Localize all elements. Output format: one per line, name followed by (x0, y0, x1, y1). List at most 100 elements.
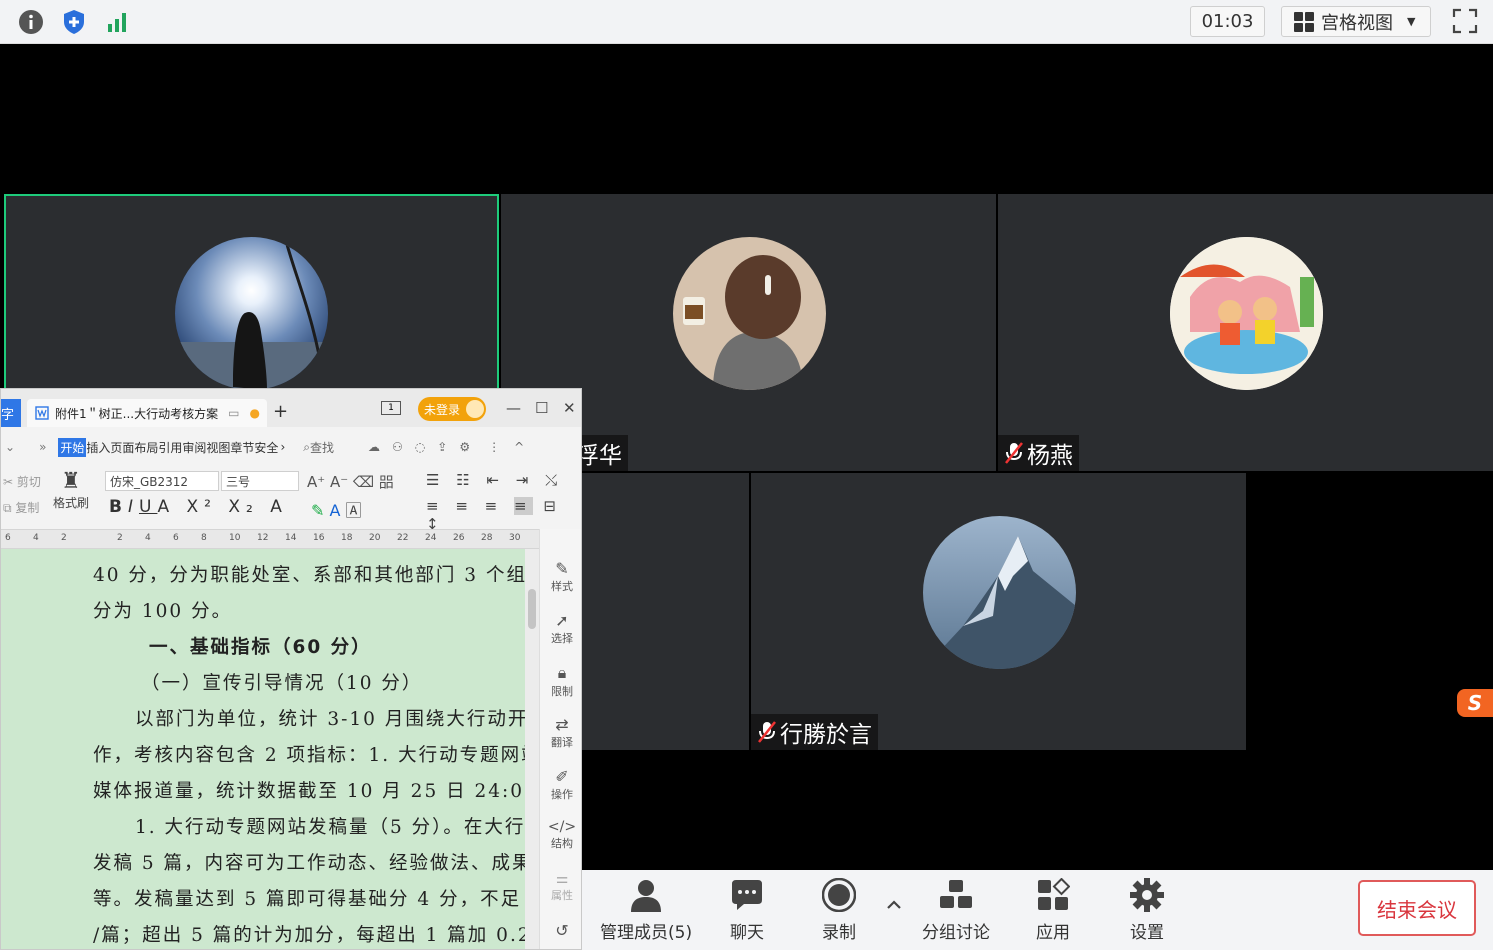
manage-members-label: 管理成员(5) (600, 923, 693, 943)
settings-label: 设置 (1130, 923, 1164, 943)
font-family-select[interactable]: 仿宋_GB2312 (105, 471, 219, 491)
search-icon[interactable]: ⌕ (303, 440, 310, 455)
end-meeting-button[interactable]: 结束会议 (1358, 880, 1476, 936)
ruler-tick-label: 2 (61, 533, 67, 543)
manage-members-button[interactable]: 管理成员(5) (600, 878, 692, 943)
ruler-tick-label: 28 (481, 533, 493, 543)
record-options-chevron-up-icon[interactable] (886, 898, 902, 916)
font-size-select[interactable]: 三号 (221, 471, 299, 491)
menu-scroll-right-icon[interactable]: › (280, 440, 285, 454)
ruler-tick-label: 4 (145, 533, 151, 543)
doc-line: 以部门为单位，统计 3-10 月围绕大行动开 (135, 709, 525, 730)
settings-gear-icon[interactable]: ⚙ (459, 440, 470, 454)
comment-bubble-icon[interactable]: ◌ (415, 440, 425, 454)
format-painter-button[interactable]: ♜ 格式刷 (53, 469, 89, 511)
side-structure-button[interactable]: </> 结构 (540, 819, 581, 851)
chat-button[interactable]: 聊天 (730, 878, 764, 943)
participant-tile-3[interactable]: 杨燕 (998, 194, 1493, 471)
comment-icon: ▭ (228, 406, 240, 420)
side-history-button[interactable]: ↺ (540, 921, 581, 940)
wps-app-tab[interactable]: 字 (1, 399, 21, 427)
cut-label: 剪切 (16, 475, 41, 489)
side-translate-button[interactable]: ⇄ 翻译 (540, 715, 581, 750)
participant-tile-4[interactable]: 行勝於言 (751, 473, 1246, 750)
settings-button[interactable]: 设置 (1130, 878, 1164, 943)
meeting-window: 01:03 宫格视图 ▼ 浮华 杨燕 行勝於言 S 管理成员(5) 聊天 录制 … (0, 0, 1493, 950)
highlight-color-icons[interactable]: ✎ A 🄰 (311, 497, 362, 521)
side-label: 选择 (551, 632, 573, 645)
cut-button[interactable]: ✂ 剪切 (3, 473, 41, 490)
participant-tile-hidden[interactable] (582, 473, 749, 750)
side-label: 属性 (551, 889, 573, 902)
cursor-icon: ➚ (555, 611, 569, 630)
breakout-rooms-button[interactable]: 分组讨论 (922, 878, 990, 943)
ruler-tick-label: 12 (257, 533, 269, 543)
search-label[interactable]: 查找 (310, 439, 334, 456)
document-tab[interactable]: 附件1＂树正...大行动考核方案 ▭ ● (27, 399, 267, 427)
font-family-value: 仿宋_GB2312 (110, 474, 189, 489)
participant-avatar (923, 516, 1076, 669)
info-icon[interactable] (17, 8, 45, 36)
minimize-icon[interactable]: — (506, 399, 521, 417)
login-label: 未登录 (424, 402, 461, 417)
menu-chevron-down-icon[interactable]: ⌄ (5, 440, 15, 454)
participant-name: 杨燕 (1027, 443, 1073, 469)
translate-icon: ⇄ (555, 715, 569, 734)
scrollbar-thumb[interactable] (528, 589, 536, 629)
horizontal-ruler: 6 4 2 2 4 6 8 10 12 14 16 18 20 22 24 26 28 30 (1, 529, 541, 549)
document-page: 40 分，分为职能处室、系部和其他部门 3 个组 分为 100 分。 一、基础指… (1, 549, 525, 949)
page-indicator[interactable]: 1 (381, 401, 401, 415)
side-properties-button[interactable]: ⚌ 属性 (540, 871, 581, 903)
side-action-button[interactable]: ✐ 操作 (540, 767, 581, 802)
participant-name-tag: 行勝於言 (751, 714, 878, 750)
cloud-icon[interactable]: ☁ (368, 440, 380, 454)
maximize-icon[interactable]: ☐ (535, 399, 548, 417)
collapse-ribbon-icon[interactable]: ^ (514, 440, 524, 454)
participant-avatar (1170, 237, 1323, 390)
paragraph-align-icons[interactable]: ≡ ≡ ≡ ≡ ⊟ ↕ (426, 497, 581, 533)
copy-label: 复制 (15, 501, 40, 515)
share-user-icon[interactable]: ⚇ (392, 440, 403, 454)
wps-document-window: 字 附件1＂树正...大行动考核方案 ▭ ● + 1 未登录 — ☐ ✕ ⌄ »… (0, 388, 582, 950)
fullscreen-icon[interactable] (1452, 8, 1478, 34)
list-indent-icons[interactable]: ☰ ☷ ⇤ ⇥ ⤯ (426, 471, 563, 489)
menu-tab-home[interactable]: 开始 (58, 437, 87, 457)
signal-icon[interactable] (104, 8, 132, 36)
record-label: 录制 (822, 923, 856, 943)
ruler-tick-label: 6 (5, 533, 11, 543)
expand-menu-icon[interactable]: » (39, 440, 46, 454)
sogou-ime-icon[interactable]: S (1457, 689, 1493, 717)
ruler-tick-label: 26 (453, 533, 465, 543)
paint-brush-icon: ♜ (61, 469, 81, 494)
wps-menu-bar: ⌄ » 开始 插入页面布局引用审阅视图章节安全 › ⌕ 查找 ☁ ⚇ ◌ ⇪ ⚙… (1, 433, 581, 461)
apps-icon (1038, 878, 1070, 910)
export-icon[interactable]: ⇪ (437, 440, 447, 454)
doc-line: 分为 100 分。 (93, 601, 233, 622)
side-label: 样式 (551, 580, 573, 593)
new-tab-plus-icon[interactable]: + (273, 401, 288, 422)
ruler-tick-label: 20 (369, 533, 381, 543)
font-grow-shrink-icons[interactable]: A⁺ A⁻ ⌫ 㗊 (307, 471, 394, 492)
record-button[interactable]: 录制 (822, 878, 856, 943)
copy-button[interactable]: ⧉ 复制 (3, 499, 39, 516)
ruler-tick-label: 4 (33, 533, 39, 543)
side-restrict-button[interactable]: 🔒︎ 限制 (540, 663, 581, 699)
doc-line: 作，考核内容包含 2 项指标：1. 大行动专题网站 (93, 745, 525, 766)
apps-button[interactable]: 应用 (1036, 878, 1070, 943)
more-icon[interactable]: ⋮ (488, 440, 500, 454)
wps-side-panel: ✎ 样式 ➚ 选择 🔒︎ 限制 ⇄ 翻译 ✐ 操作 </> 结构 ⚌ 属性 ↺ (539, 529, 581, 949)
login-badge[interactable]: 未登录 (418, 397, 486, 421)
view-layout-dropdown[interactable]: 宫格视图 ▼ (1281, 6, 1431, 37)
document-scrollbar[interactable] (525, 549, 539, 949)
text-style-buttons[interactable]: BIUA X² X₂ A (109, 497, 288, 517)
breakout-rooms-label: 分组讨论 (922, 923, 990, 943)
edit-icon: ✐ (555, 767, 569, 786)
side-style-button[interactable]: ✎ 样式 (540, 559, 581, 594)
side-select-button[interactable]: ➚ 选择 (540, 611, 581, 646)
security-shield-icon[interactable] (60, 8, 88, 36)
close-icon[interactable]: ✕ (563, 399, 576, 417)
document-tab-title: 附件1＂树正...大行动考核方案 (55, 406, 219, 421)
members-icon (631, 880, 662, 912)
menu-tabs[interactable]: 插入页面布局引用审阅视图章节安全 (86, 439, 278, 456)
grid-view-icon (1294, 11, 1314, 32)
